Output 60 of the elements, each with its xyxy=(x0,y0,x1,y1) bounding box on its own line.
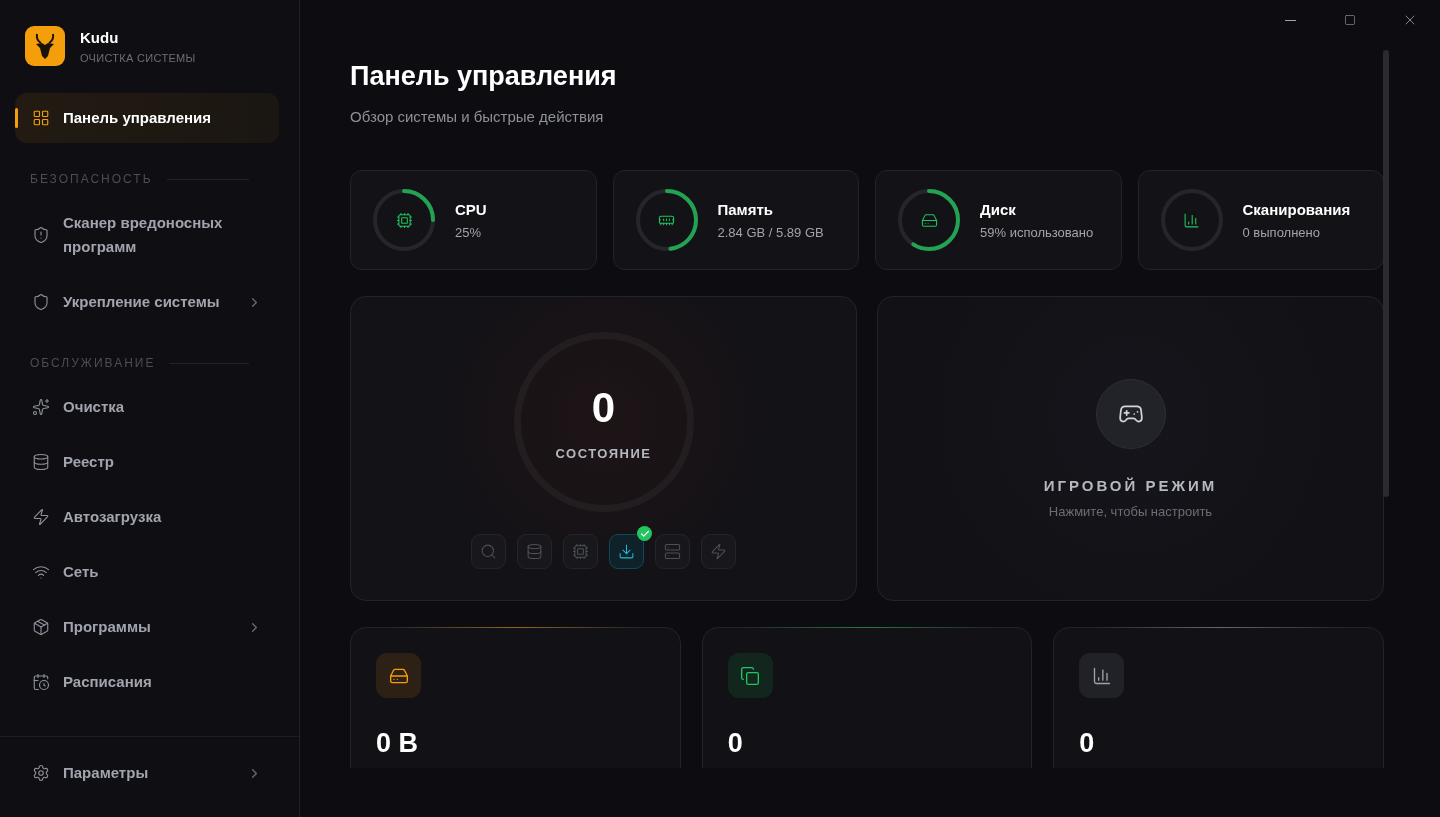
stat-label: Диск xyxy=(980,200,1017,218)
stat-label: Память xyxy=(717,200,775,218)
summary-value: 0 xyxy=(1079,728,1096,759)
gauge xyxy=(635,189,698,251)
stat-label: CPU xyxy=(455,200,487,218)
lightning-icon xyxy=(710,543,727,560)
download-icon xyxy=(618,543,635,560)
nav-item[interactable]: Сканер вредоносных программ xyxy=(15,198,279,272)
shield-icon xyxy=(32,293,50,311)
drive-icon xyxy=(920,211,938,229)
nav-item[interactable]: Реестр xyxy=(15,437,279,487)
game-mode-card[interactable]: ИГРОВОЙ РЕЖИМ Нажмите, чтобы настроить xyxy=(877,296,1384,601)
stat-value: 0 выполнено xyxy=(1242,224,1321,240)
stat-value: 25% xyxy=(455,224,483,240)
gauge xyxy=(373,189,435,251)
nav-item[interactable]: Параметры xyxy=(15,748,279,798)
game-mode-title: ИГРОВОЙ РЕЖИМ xyxy=(1043,476,1218,494)
nav-item[interactable]: Укрепление системы xyxy=(15,277,279,327)
nav-item[interactable]: Сеть xyxy=(15,547,279,597)
game-mode-hint: Нажмите, чтобы настроить xyxy=(1048,503,1213,519)
gauge xyxy=(1160,189,1223,251)
maximize-icon xyxy=(1344,14,1356,26)
nav-item[interactable]: Панель управления xyxy=(15,93,279,143)
section-heading: БЕЗОПАСНОСТЬ xyxy=(30,172,153,186)
chip-icon xyxy=(395,211,413,229)
scrollbar[interactable] xyxy=(1383,50,1389,497)
summary-value: 0 B xyxy=(376,728,420,759)
stat-value: 2.84 GB / 5.89 GB xyxy=(717,224,824,240)
dashboard-icon xyxy=(32,109,50,127)
sparkles-icon xyxy=(32,398,50,416)
gauge xyxy=(898,189,960,251)
server-icon xyxy=(664,543,681,560)
database-icon xyxy=(32,453,50,471)
database-icon xyxy=(526,543,543,560)
minimize-icon xyxy=(1284,19,1296,21)
summary-value: 0 xyxy=(727,728,744,759)
page-title: Панель управления xyxy=(350,61,618,92)
nav-item[interactable]: Автозагрузка xyxy=(15,492,279,542)
status-label: СОСТОЯНИЕ xyxy=(555,445,652,461)
nav-item[interactable]: Программы xyxy=(15,602,279,652)
stat-value: 59% использовано xyxy=(980,224,1094,240)
status-score: 0 xyxy=(591,383,616,432)
app-name: Kudu xyxy=(80,28,120,46)
action-button[interactable] xyxy=(609,534,644,569)
shield-alert-icon xyxy=(32,226,50,244)
nav-item[interactable]: Расписания xyxy=(15,657,279,707)
chip-icon xyxy=(572,543,589,560)
package-icon xyxy=(32,618,50,636)
app-subtitle: ОЧИСТКА СИСТЕМЫ xyxy=(80,51,196,64)
calendar-clock-icon xyxy=(32,673,50,691)
nav-item[interactable]: Очистка xyxy=(15,382,279,432)
section-heading: ОБСЛУЖИВАНИЕ xyxy=(30,356,156,370)
search-icon xyxy=(480,543,497,560)
settings-icon xyxy=(32,764,50,782)
page-subtitle: Обзор системы и быстрые действия xyxy=(350,108,605,125)
stat-label: Сканирования xyxy=(1242,200,1351,218)
bar-chart-icon xyxy=(1183,211,1200,229)
check-badge xyxy=(637,526,652,541)
lightning-icon xyxy=(32,508,50,526)
logo-icon xyxy=(25,26,65,66)
